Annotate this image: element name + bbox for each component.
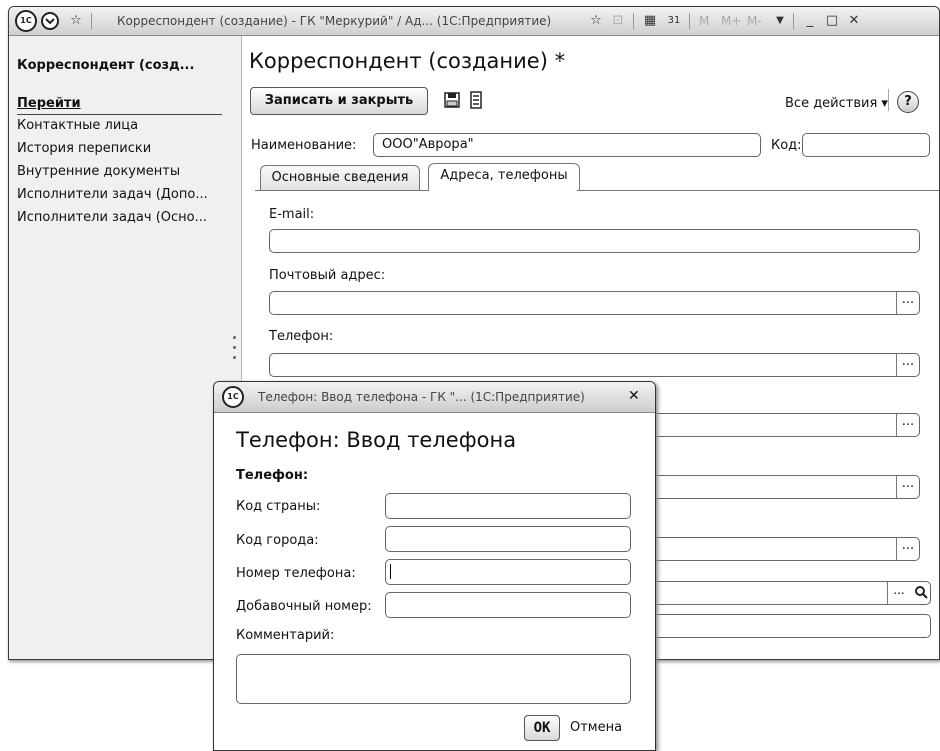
dialog-title-bar: 1C Телефон: Ввод телефона - ГК "... (1С:… (214, 382, 655, 413)
extension-label: Добавочный номер: (236, 599, 372, 614)
other-select-button[interactable]: ... (896, 476, 919, 498)
memory-minus-button[interactable]: M- (747, 14, 762, 28)
dialog-heading: Телефон: Ввод телефона (236, 428, 517, 452)
chevron-down-icon[interactable]: ▼ (771, 12, 789, 30)
list-icon[interactable] (469, 91, 483, 109)
search-icon[interactable] (912, 585, 930, 601)
phone-number-label: Номер телефона: (236, 566, 356, 581)
ok-button[interactable]: OK (524, 715, 560, 741)
name-label: Наименование: (251, 138, 357, 153)
code-label: Код: (771, 138, 802, 153)
page-title: Корреспондент (создание) * (249, 49, 566, 73)
separator (91, 13, 92, 29)
sidebar-item-task-executors-additional[interactable]: Исполнители задач (Допо... (17, 187, 208, 202)
calendar-icon[interactable]: 31 (665, 12, 683, 30)
postal-address-label: Почтовый адрес: (269, 268, 386, 283)
1c-logo-icon[interactable]: 1C (15, 10, 37, 32)
phone-number-field[interactable] (385, 559, 631, 585)
country-code-field[interactable] (385, 493, 631, 519)
address-select-button[interactable]: ... (896, 538, 919, 560)
sidebar-title: Корреспондент (созд... (17, 58, 195, 73)
window-title: Корреспондент (создание) - ГК "Меркурий"… (117, 14, 552, 28)
menu-dropdown-icon[interactable] (41, 12, 59, 30)
1c-logo-icon: 1C (222, 386, 244, 408)
text-cursor (390, 564, 391, 579)
sidebar: Корреспондент (созд... Перейти Контактны… (9, 36, 242, 659)
email-label: E-mail: (269, 207, 315, 222)
close-icon[interactable]: ✕ (628, 388, 640, 404)
note-field[interactable] (609, 614, 931, 638)
tab-addresses-phones[interactable]: Адреса, телефоны (428, 163, 580, 191)
minimize-icon[interactable]: _ (801, 12, 819, 30)
link-icon[interactable]: ⊡ (609, 12, 627, 30)
tab-basic-info[interactable]: Основные сведения (260, 165, 420, 190)
cancel-button[interactable]: Отмена (570, 720, 622, 735)
fax-select-button[interactable]: ... (896, 414, 919, 436)
phone-input-dialog: 1C Телефон: Ввод телефона - ГК "... (1С:… (213, 381, 656, 751)
sidebar-item-task-executors-main[interactable]: Исполнители задач (Осно... (17, 210, 207, 225)
separator (888, 89, 889, 111)
splitter-grip[interactable] (233, 346, 236, 349)
tab-strip-border (255, 190, 939, 191)
sidebar-item-contacts[interactable]: Контактные лица (17, 118, 138, 133)
lookup-select-button[interactable]: ... (887, 582, 910, 604)
phone-section-label: Телефон: (236, 468, 309, 483)
title-bar: 1C ☆ Корреспондент (создание) - ГК "Мерк… (9, 7, 939, 36)
sidebar-goto-header: Перейти (17, 96, 222, 115)
lookup-field[interactable]: ... (609, 581, 931, 605)
name-field-value: ООО"Аврора" (382, 137, 474, 152)
active-tab-gap (429, 189, 577, 191)
separator (633, 13, 634, 29)
city-code-field[interactable] (385, 526, 631, 552)
city-code-label: Код города: (236, 533, 319, 548)
splitter-grip[interactable] (233, 336, 236, 339)
comment-label: Комментарий: (236, 628, 335, 643)
calculator-icon[interactable]: ▦ (641, 12, 659, 30)
sidebar-item-correspondence-history[interactable]: История переписки (17, 141, 151, 156)
separator (793, 13, 794, 29)
extension-field[interactable] (385, 592, 631, 618)
country-code-label: Код страны: (236, 499, 321, 514)
memory-plus-button[interactable]: M+ (721, 14, 741, 28)
save-and-close-button[interactable]: Записать и закрыть (250, 87, 428, 115)
splitter-grip[interactable] (233, 356, 236, 359)
help-icon[interactable]: ? (897, 91, 919, 113)
postal-address-field[interactable]: ... (269, 291, 920, 315)
favorite-star-icon[interactable]: ☆ (587, 12, 605, 30)
memory-button[interactable]: M (699, 14, 709, 28)
favorites-star-icon[interactable]: ☆ (67, 12, 85, 30)
name-field[interactable]: ООО"Аврора" (373, 133, 761, 157)
sidebar-item-internal-documents[interactable]: Внутренние документы (17, 164, 180, 179)
code-field[interactable] (802, 133, 930, 157)
phone-select-button[interactable]: ... (896, 354, 919, 376)
dialog-title: Телефон: Ввод телефона - ГК "... (1С:Пре… (258, 390, 585, 404)
phone-label: Телефон: (269, 329, 334, 344)
save-icon[interactable] (443, 91, 461, 109)
postal-address-select-button[interactable]: ... (896, 292, 919, 314)
all-actions-menu[interactable]: Все действия ▾ (785, 96, 888, 111)
close-icon[interactable]: ✕ (845, 12, 863, 30)
separator (689, 13, 690, 29)
maximize-icon[interactable]: □ (823, 12, 841, 30)
email-field[interactable] (269, 229, 920, 253)
phone-field[interactable]: ... (269, 353, 920, 377)
comment-field[interactable] (236, 654, 631, 704)
